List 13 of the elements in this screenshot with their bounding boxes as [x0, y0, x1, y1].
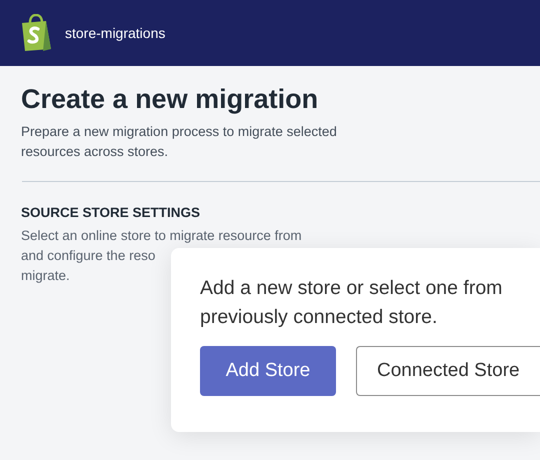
- app-name: store-migrations: [65, 25, 166, 41]
- page-description: Prepare a new migration process to migrate selected: [21, 123, 337, 141]
- section-description: migrate.: [21, 267, 70, 285]
- popover-message: Add a new store or select one from: [200, 276, 502, 301]
- section-heading: SOURCE STORE SETTINGS: [21, 205, 202, 220]
- section-description: and configure the reso: [21, 247, 156, 265]
- select-button[interactable]: Connected Store: [356, 346, 540, 396]
- page-title: Create a new migration: [21, 83, 320, 116]
- add-button[interactable]: Add Store: [200, 346, 336, 396]
- shopping-bag-icon: [19, 14, 53, 52]
- popover-message: previously connected store.: [200, 305, 438, 330]
- section-description: Select an online store to migrate resource from: [21, 227, 302, 245]
- page-description: resources across stores.: [21, 143, 168, 161]
